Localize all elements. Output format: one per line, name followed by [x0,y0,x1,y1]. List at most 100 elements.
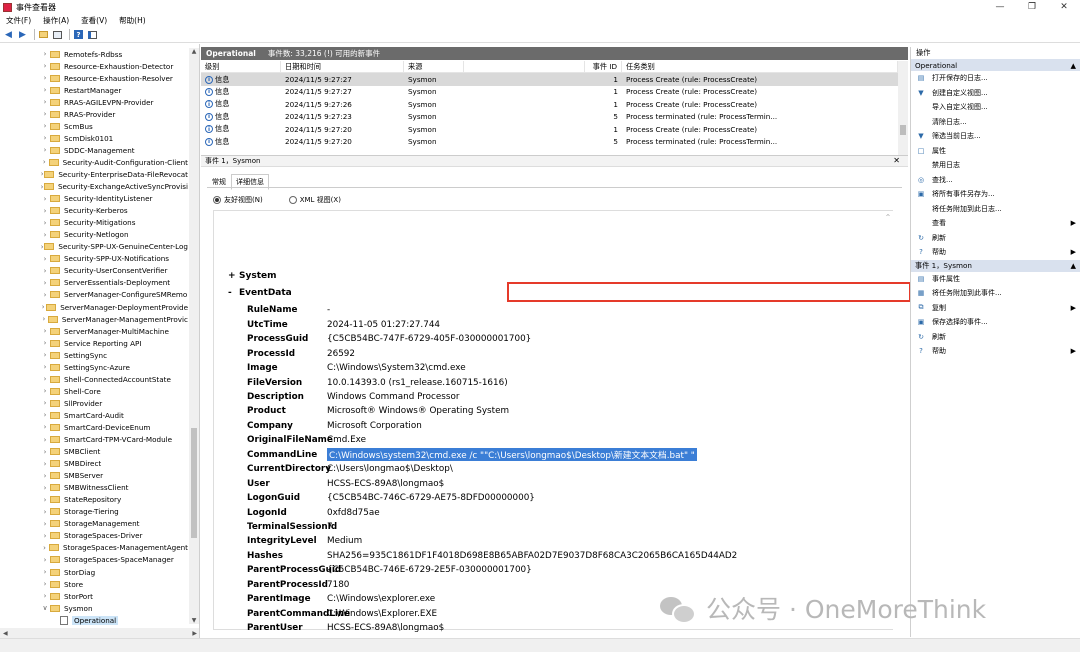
chevron-right-icon[interactable]: › [40,291,50,299]
field-value[interactable]: Cmd.Exe [327,435,366,445]
action-item[interactable]: ▣ 保存选择的事件... [911,315,1080,330]
chevron-right-icon[interactable]: › [40,411,50,419]
field-value[interactable]: {C5CB54BC-747F-6729-405F-030000001700} [327,334,531,344]
tree-item[interactable]: › StorageSpaces-SpaceManager [0,554,188,566]
scroll-up-icon[interactable]: ▲ [189,48,199,55]
field-value[interactable]: C:\Users\longmao$\Desktop\ [327,464,453,474]
chevron-right-icon[interactable]: › [40,387,50,395]
radio-unselected-icon[interactable] [288,196,297,204]
field-value[interactable]: Microsoft® Windows® Operating System [327,406,509,416]
action-item[interactable]: ⧉ 复制 ▶ [911,301,1080,316]
actions-group-log[interactable]: Operational ▲ [911,59,1080,71]
tree-item[interactable]: › StorDiag [0,566,188,578]
scroll-left-icon[interactable]: ◀ [3,630,8,637]
xml-view-option[interactable]: XML 视图(X) [288,195,341,205]
tree-item[interactable]: › SMBDirect [0,458,188,470]
field-value[interactable]: SHA256=935C1861DF1F4018D698E8B65ABFA02D7… [327,551,737,561]
chevron-right-icon[interactable]: › [40,532,50,540]
tree-item[interactable]: › SllProvider [0,397,188,409]
tree-item[interactable]: › StorPort [0,590,188,602]
chevron-right-icon[interactable]: › [40,351,50,359]
chevron-right-icon[interactable]: › [40,580,50,588]
folder-up-icon[interactable] [38,29,49,40]
tree-item[interactable]: › Security-UserConsentVerifier [0,265,188,277]
chevron-right-icon[interactable]: › [40,315,48,323]
chevron-right-icon[interactable]: › [40,98,50,106]
chevron-right-icon[interactable]: › [40,86,50,94]
close-icon[interactable]: ✕ [893,156,900,165]
field-value[interactable]: Medium [327,536,362,546]
field-value[interactable]: - [327,305,330,315]
tree-item[interactable]: › Service Reporting API [0,337,188,349]
menu-file[interactable]: 文件(F) [6,15,31,26]
tree-item[interactable]: › Store [0,578,188,590]
chevron-right-icon[interactable]: › [40,508,50,516]
tree-item[interactable]: › Security-Kerberos [0,205,188,217]
tree-item[interactable]: › SettingSync-Azure [0,361,188,373]
tree-item[interactable]: › ScmBus [0,120,188,132]
chevron-right-icon[interactable]: › [40,460,50,468]
collapse-icon[interactable]: ▲ [1070,61,1076,70]
chevron-right-icon[interactable]: › [40,399,50,407]
chevron-right-icon[interactable]: › [40,267,50,275]
tree-item[interactable]: › ServerManager-ConfigureSMRemo [0,289,188,301]
tree-item[interactable]: › Security-Mitigations [0,217,188,229]
chevron-right-icon[interactable]: › [40,472,50,480]
chevron-right-icon[interactable]: › [40,484,50,492]
action-item[interactable]: ▤ 事件属性 [911,272,1080,287]
chevron-right-icon[interactable]: › [40,544,49,552]
chevron-right-icon[interactable]: › [40,110,50,118]
chevron-right-icon[interactable]: › [40,436,50,444]
chevron-right-icon[interactable]: › [40,363,50,371]
menu-view[interactable]: 查看(V) [81,15,107,26]
event-row[interactable]: i 信息 2024/11/5 9:27:20 Sysmon 1 Process Creat… [201,123,898,135]
tree-item[interactable]: › ScmDisk0101 [0,132,188,144]
chevron-right-icon[interactable]: › [40,122,50,130]
chevron-right-icon[interactable]: › [40,62,50,70]
event-row[interactable]: i 信息 2024/11/5 9:27:20 Sysmon 5 Process termi… [201,135,898,147]
menu-action[interactable]: 操作(A) [43,15,69,26]
field-value[interactable]: Windows Command Processor [327,392,459,402]
action-item[interactable]: 清除日志... [911,115,1080,130]
chevron-right-icon[interactable]: › [40,219,50,227]
tree-item[interactable]: › Shell-ConnectedAccountState [0,373,188,385]
event-table-scrollbar[interactable] [898,61,908,155]
action-item[interactable]: ▼ 筛选当前日志... [911,129,1080,144]
eventdata-section[interactable]: - EventData [228,288,292,298]
field-value[interactable]: C:\Windows\explorer.exe [327,594,435,604]
chevron-right-icon[interactable]: › [40,592,50,600]
action-item[interactable]: ▣ 将所有事件另存为... [911,187,1080,202]
event-row[interactable]: i 信息 2024/11/5 9:27:26 Sysmon 1 Process Creat… [201,98,898,110]
event-row[interactable]: i 信息 2024/11/5 9:27:27 Sysmon 1 Process Creat… [201,73,898,86]
tree-item[interactable]: › Security-Audit-Configuration-Client [0,156,188,168]
action-item[interactable]: 禁用日志 [911,158,1080,173]
tree-item[interactable]: › Resource-Exhaustion-Resolver [0,72,188,84]
scroll-thumb[interactable] [900,125,906,135]
tree-item[interactable]: › Storage-Tiering [0,506,188,518]
event-row[interactable]: i 信息 2024/11/5 9:27:23 Sysmon 5 Process termi… [201,111,898,123]
action-item[interactable]: ◎ 查找... [911,173,1080,188]
tree-item[interactable]: › ServerManager-DeploymentProvide [0,301,188,313]
tree-item[interactable]: › StorageSpaces-Driver [0,530,188,542]
field-value[interactable]: 7180 [327,580,349,590]
chevron-right-icon[interactable]: › [40,50,50,58]
tree-item[interactable]: › Security-SPP-UX-GenuineCenter-Log [0,241,188,253]
tree-item[interactable]: › RRAS-Provider [0,108,188,120]
tree-item[interactable]: › Remotefs-Rdbss [0,48,188,60]
action-pane-icon[interactable] [87,29,98,40]
action-item[interactable]: ? 帮助 ▶ [911,245,1080,260]
tree-item[interactable]: › SmartCard-TPM-VCard-Module [0,434,188,446]
tree-item[interactable]: › RestartManager [0,84,188,96]
field-value[interactable]: 0xfd8d75ae [327,508,380,518]
scroll-right-icon[interactable]: ▶ [192,630,197,637]
radio-selected-icon[interactable] [213,196,221,204]
collapse-icon[interactable]: - [228,288,239,298]
tree-item-operational[interactable]: Operational [0,614,188,626]
chevron-right-icon[interactable]: › [40,496,50,504]
chevron-right-icon[interactable]: › [40,327,50,335]
chevron-right-icon[interactable]: › [40,195,50,203]
tree-item[interactable]: › SDDC-Management [0,144,188,156]
tree-item[interactable]: › RRAS-AGILEVPN-Provider [0,96,188,108]
tree-item[interactable]: › Security-IdentityListener [0,193,188,205]
friendly-view-option[interactable]: 友好视图(N) [213,195,263,205]
